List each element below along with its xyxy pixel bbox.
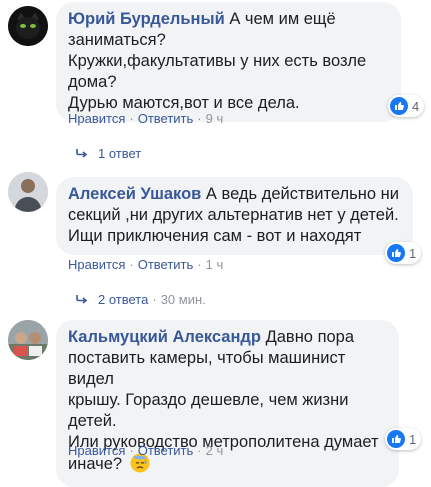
separator: · — [152, 292, 157, 307]
comment-text: Кружки,факультативы у них есть возле дом… — [68, 52, 367, 91]
avatar[interactable] — [8, 6, 48, 46]
separator: · — [197, 443, 202, 458]
like-icon — [390, 97, 408, 115]
separator: · — [129, 111, 134, 126]
comment-author[interactable]: Алексей Ушаков — [68, 185, 201, 203]
avatar[interactable] — [8, 320, 48, 360]
reaction-count[interactable]: 1 — [385, 242, 422, 264]
like-link[interactable]: Нравится — [68, 111, 125, 126]
group-avatar-icon — [8, 320, 48, 360]
like-link[interactable]: Нравится — [68, 257, 125, 272]
comment-text: Ищи приключения сам - вот и находят — [68, 227, 362, 245]
replies-count[interactable]: 2 ответа — [98, 292, 148, 307]
person-avatar-icon — [8, 172, 48, 212]
separator: · — [197, 257, 202, 272]
comment-bubble: Кальмуцкий Александр Давно пора поставит… — [56, 320, 399, 487]
comment-text: А чем им ещё — [229, 10, 336, 28]
replies-time: 30 мин. — [160, 292, 206, 307]
separator: · — [129, 443, 134, 458]
comment-actions: Нравится · Ответить · 2 ч — [68, 443, 223, 458]
comment-time[interactable]: 2 ч — [206, 443, 224, 458]
separator: · — [129, 257, 134, 272]
comment-text: Дурью маются,вот и все дела. — [68, 94, 300, 112]
comment-author[interactable]: Кальмуцкий Александр — [68, 328, 261, 346]
reaction-count[interactable]: 1 — [385, 428, 422, 450]
reply-arrow-icon — [76, 147, 88, 161]
comment-bubble: Юрий Бурдельный А чем им ещё заниматься?… — [56, 2, 401, 122]
comment-time[interactable]: 1 ч — [206, 257, 224, 272]
comment-text: Давно пора — [265, 328, 355, 346]
comment-actions: Нравится · Ответить · 9 ч — [68, 111, 223, 126]
like-link[interactable]: Нравится — [68, 443, 125, 458]
comment-text: секций ,ни других альтернатив нет у дете… — [68, 206, 399, 224]
comment-text: А ведь действительно ни — [205, 185, 399, 203]
avatar[interactable] — [8, 172, 48, 212]
reply-link[interactable]: Ответить — [138, 443, 194, 458]
view-replies-link[interactable]: 2 ответа · 30 мин. — [76, 292, 206, 307]
reply-arrow-icon — [76, 293, 88, 307]
comment-text: крышу. Гораздо дешевле, чем жизни детей. — [68, 391, 349, 430]
comment-text: заниматься? — [68, 31, 166, 49]
reply-link[interactable]: Ответить — [138, 111, 194, 126]
replies-count[interactable]: 1 ответ — [98, 146, 141, 161]
reaction-count[interactable]: 4 — [388, 95, 425, 117]
comment-actions: Нравится · Ответить · 1 ч — [68, 257, 223, 272]
like-icon — [387, 244, 405, 262]
view-replies-link[interactable]: 1 ответ — [76, 146, 141, 161]
reaction-number: 1 — [409, 245, 417, 261]
comment-bubble: Алексей Ушаков А ведь действительно ни с… — [56, 177, 413, 255]
comment-author[interactable]: Юрий Бурдельный — [68, 10, 225, 28]
reply-link[interactable]: Ответить — [138, 257, 194, 272]
cat-avatar-icon — [8, 6, 48, 46]
comment-time[interactable]: 9 ч — [206, 111, 224, 126]
reaction-number: 4 — [412, 98, 420, 114]
reaction-number: 1 — [409, 431, 417, 447]
separator: · — [197, 111, 202, 126]
like-icon — [387, 430, 405, 448]
comment-text: поставить камеры, чтобы машинист видел — [68, 349, 346, 388]
